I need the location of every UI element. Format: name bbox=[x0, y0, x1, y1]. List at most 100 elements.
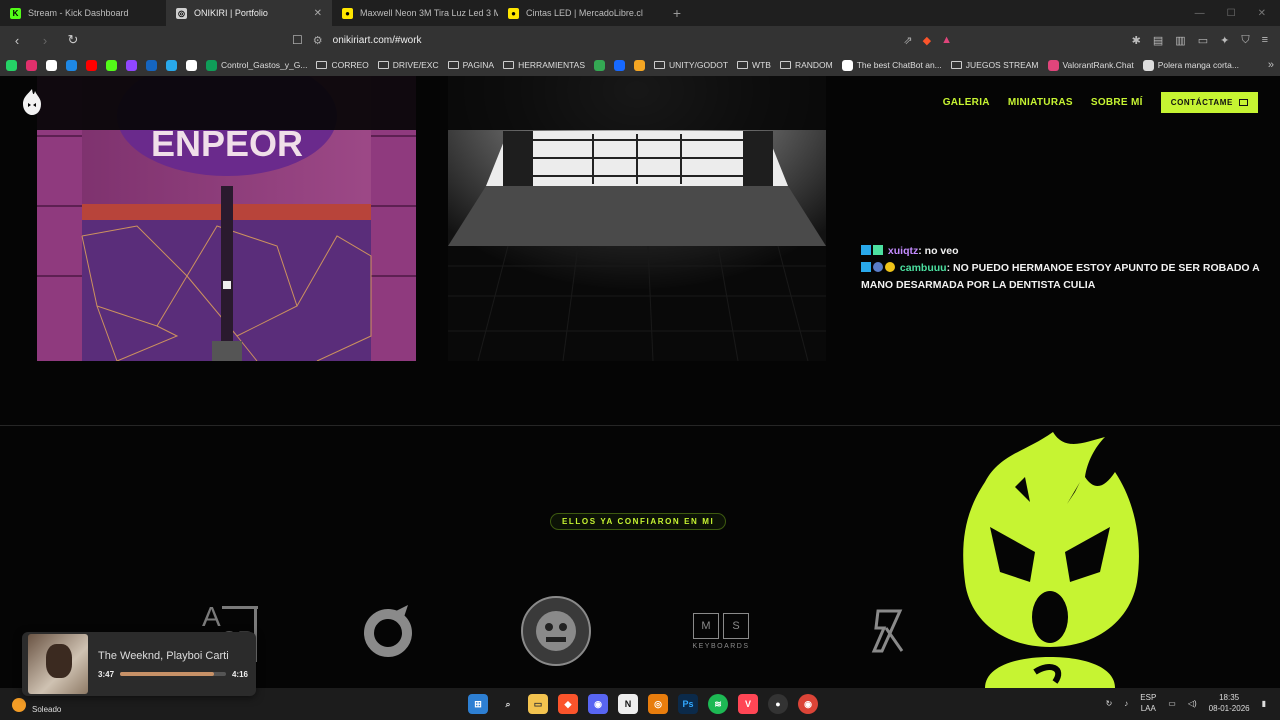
bookmark-item[interactable] bbox=[6, 59, 17, 71]
browser-tab[interactable]: ◎ ONIKIRI | Portfolio ✕ bbox=[166, 0, 332, 26]
bookmark-item[interactable]: Polera manga corta... bbox=[1142, 59, 1239, 71]
back-icon[interactable]: ‹ bbox=[8, 33, 26, 48]
valorant-icon[interactable]: V bbox=[738, 694, 758, 714]
browser-tab[interactable]: ● Maxwell Neon 3M Tira Luz Led 3 Mt bbox=[332, 0, 498, 26]
clock[interactable]: 18:35 08-01-2026 bbox=[1209, 692, 1250, 714]
brave-browser-icon[interactable]: ◆ bbox=[558, 694, 578, 714]
sidebar-icon[interactable]: ▥ bbox=[1175, 34, 1185, 47]
bookmark-item[interactable] bbox=[126, 59, 137, 71]
chat-badge-icon bbox=[861, 245, 871, 255]
nav-link-galeria[interactable]: GALERIA bbox=[943, 97, 990, 108]
folder-icon bbox=[950, 61, 962, 69]
bookmark-folder[interactable]: RANDOM bbox=[779, 60, 833, 70]
spotify-icon[interactable]: ≋ bbox=[708, 694, 728, 714]
browser-tab[interactable]: ● Cintas LED | MercadoLibre.cl bbox=[498, 0, 664, 26]
chrome-icon[interactable]: ◉ bbox=[798, 694, 818, 714]
discord-icon[interactable]: ◉ bbox=[588, 694, 608, 714]
brave-shields-icon[interactable]: ◆ bbox=[923, 34, 931, 47]
bookmark-folder[interactable]: PAGINA bbox=[447, 60, 494, 70]
photoshop-icon[interactable]: Ps bbox=[678, 694, 698, 714]
bookmark-folder[interactable]: DRIVE/EXC bbox=[377, 60, 439, 70]
blender-icon[interactable]: ◎ bbox=[648, 694, 668, 714]
extensions-icon[interactable]: ✱ bbox=[1132, 34, 1141, 47]
duration-time: 4:16 bbox=[231, 669, 248, 679]
bookmark-folder[interactable]: WTB bbox=[737, 60, 771, 70]
network-icon[interactable]: ▭ bbox=[1168, 699, 1176, 708]
bookmark-item[interactable] bbox=[634, 59, 646, 71]
nav-link-sobre-mi[interactable]: SOBRE MÍ bbox=[1091, 97, 1143, 108]
bookmark-item[interactable] bbox=[166, 59, 177, 71]
address-bar[interactable]: ☐ ⚙ onikiriart.com/#work ⇗ ◆ ▲ bbox=[292, 29, 952, 51]
key-m: M bbox=[693, 612, 719, 639]
bookmark-label: JUEGOS STREAM bbox=[965, 60, 1039, 70]
lang-line-2: LAA bbox=[1140, 704, 1156, 713]
bookmark-label: DRIVE/EXC bbox=[392, 60, 439, 70]
site-info-icon[interactable]: ⚙ bbox=[313, 34, 323, 47]
bookmark-folder[interactable]: CORREO bbox=[316, 60, 369, 70]
volume-icon[interactable]: ◁) bbox=[1188, 699, 1197, 708]
contact-button[interactable]: CONTÁCTAME bbox=[1160, 92, 1258, 113]
bookmark-item[interactable] bbox=[26, 59, 37, 71]
url-text[interactable]: onikiriart.com/#work bbox=[333, 35, 894, 46]
search-icon[interactable]: ⌕ bbox=[498, 694, 518, 714]
wallet-icon[interactable]: ▭ bbox=[1198, 34, 1208, 47]
browser-tab[interactable]: K Stream - Kick Dashboard bbox=[0, 0, 166, 26]
refresh-tray-icon[interactable]: ↻ bbox=[1106, 699, 1113, 708]
nav-link-miniaturas[interactable]: MINIATURAS bbox=[1008, 97, 1073, 108]
bookmark-item[interactable] bbox=[106, 59, 117, 71]
tab-title: ONIKIRI | Portfolio bbox=[194, 8, 268, 18]
start-menu-icon[interactable]: ⊞ bbox=[468, 694, 488, 714]
language-indicator[interactable]: ESP LAA bbox=[1140, 692, 1156, 714]
bookmark-item[interactable] bbox=[614, 59, 626, 71]
more-bookmarks-icon[interactable]: » bbox=[1268, 59, 1274, 71]
menu-icon[interactable]: ≡ bbox=[1262, 34, 1268, 47]
bookmark-item[interactable] bbox=[86, 59, 97, 71]
reader-icon[interactable]: ▤ bbox=[1153, 34, 1163, 47]
bookmark-item[interactable]: Control_Gastos_y_G... bbox=[206, 59, 307, 71]
bookmark-item[interactable] bbox=[594, 59, 606, 71]
bookmark-item[interactable]: ValorantRank.Chat bbox=[1047, 59, 1134, 71]
notion-icon[interactable]: N bbox=[618, 694, 638, 714]
notifications-icon[interactable]: ▮ bbox=[1262, 699, 1266, 708]
onikiri-logo-icon[interactable] bbox=[20, 88, 44, 116]
microphone-icon[interactable]: ♪ bbox=[1124, 699, 1128, 708]
track-progress-bar[interactable] bbox=[120, 672, 226, 676]
brave-rewards-icon[interactable]: ▲ bbox=[941, 34, 952, 46]
reload-icon[interactable]: ↻ bbox=[64, 32, 82, 48]
brand-logo-ms-keyboards: M S KEYBOARDS bbox=[688, 596, 754, 666]
maximize-icon[interactable]: ☐ bbox=[1227, 8, 1236, 19]
bookmark-item[interactable] bbox=[46, 59, 57, 71]
obs-icon[interactable]: ● bbox=[768, 694, 788, 714]
track-artist: The Weeknd, Playboi Carti bbox=[98, 649, 229, 662]
browser-toolbar: ‹ › ↻ ☐ ⚙ onikiriart.com/#work ⇗ ◆ ▲ ✱ ▤… bbox=[0, 26, 1280, 54]
bookmark-label: WTB bbox=[752, 60, 771, 70]
bookmark-label: CORREO bbox=[331, 60, 369, 70]
file-explorer-icon[interactable]: ▭ bbox=[528, 694, 548, 714]
lang-line-1: ESP bbox=[1140, 693, 1157, 702]
tab-close-icon[interactable]: ✕ bbox=[314, 8, 322, 19]
close-window-icon[interactable]: ✕ bbox=[1258, 8, 1266, 19]
new-tab-button[interactable]: + bbox=[664, 5, 690, 21]
bookmark-item[interactable]: The best ChatBot an... bbox=[841, 59, 942, 71]
chat-badge-icon bbox=[873, 262, 883, 272]
minimize-icon[interactable]: — bbox=[1195, 8, 1205, 19]
bookmark-folder[interactable]: HERRAMIENTAS bbox=[503, 60, 585, 70]
brand-logo-enpeor bbox=[518, 596, 594, 666]
leo-icon[interactable]: ✦ bbox=[1220, 34, 1229, 47]
share-icon[interactable]: ⇗ bbox=[903, 34, 912, 47]
bookmark-folder[interactable]: JUEGOS STREAM bbox=[950, 60, 1039, 70]
folder-icon bbox=[447, 61, 459, 69]
folder-icon bbox=[779, 61, 791, 69]
bookmark-item[interactable] bbox=[146, 59, 157, 71]
media-player-flyout[interactable]: The Weeknd, Playboi Carti 3:47 4:16 bbox=[22, 632, 256, 696]
bookmark-item[interactable] bbox=[66, 59, 77, 71]
tab-title: Stream - Kick Dashboard bbox=[28, 8, 129, 18]
bookmark-icon[interactable]: ☐ bbox=[292, 33, 303, 47]
forward-icon[interactable]: › bbox=[36, 33, 54, 48]
bookmark-folder[interactable]: UNITY/GODOT bbox=[654, 60, 728, 70]
weather-widget[interactable]: Soleado bbox=[12, 695, 61, 714]
vpn-icon[interactable]: ⛉ bbox=[1241, 34, 1249, 47]
bookmark-item[interactable] bbox=[186, 59, 197, 71]
weather-label: Soleado bbox=[32, 705, 62, 714]
bookmarks-bar: Control_Gastos_y_G... CORREO DRIVE/EXC PAGI… bbox=[0, 54, 1280, 76]
